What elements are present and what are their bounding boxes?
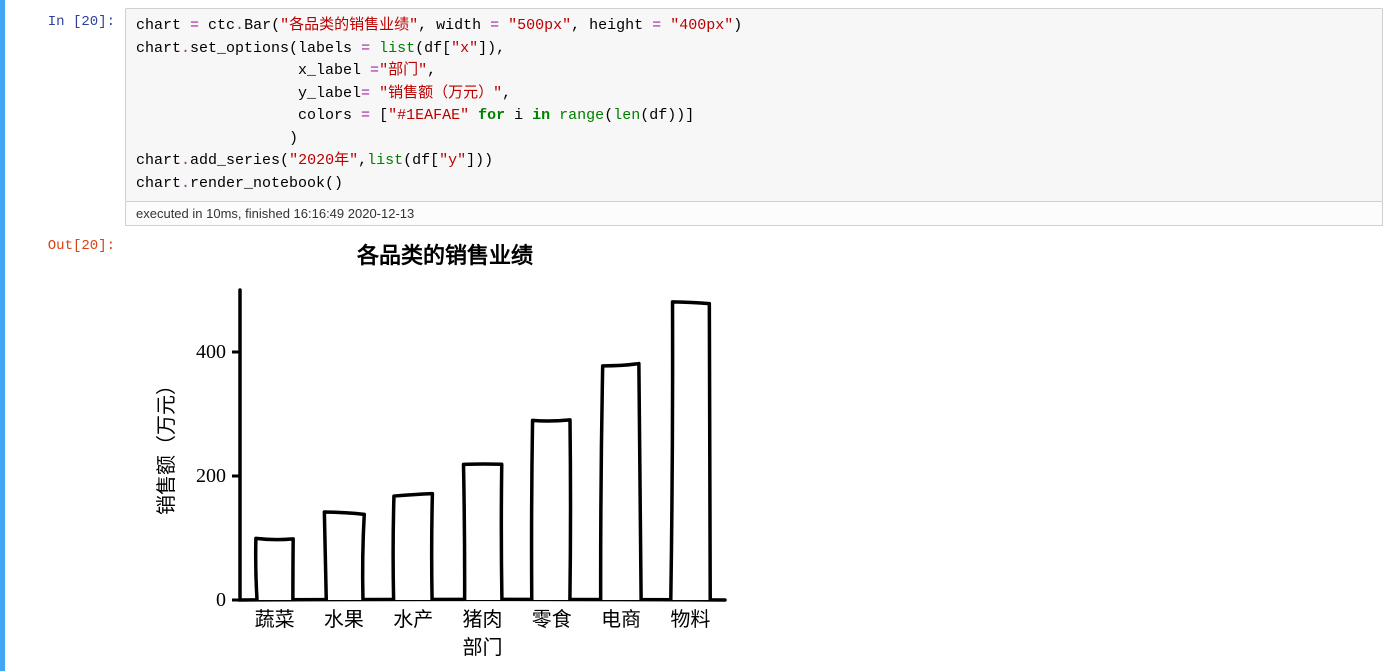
code-text: , [502,85,511,102]
code-text: ( [604,107,613,124]
execution-time: executed in 10ms, finished 16:16:49 2020… [125,202,1383,226]
code-text: set_options(labels [190,40,361,57]
y-tick-label: 400 [196,341,226,363]
out-prompt: Out[20]: [5,232,125,254]
code-string: "400px" [670,17,733,34]
code-string: "x" [451,40,478,57]
x-tick-label: 猪肉 [463,608,503,631]
chart-container: 各品类的销售业绩 0 200 400 蔬菜 水果 水产 猪肉 零食 电商 物料部门 销售额（万元） [145,238,745,663]
x-tick-label: 物料 [670,608,710,631]
output-row: Out[20]: 各品类的销售业绩 0 200 400 蔬菜 水果 水产 猪肉 零食 电商 物料部… [5,232,1397,663]
code-text: i [505,107,532,124]
code-text [469,107,478,124]
bar [464,464,502,600]
code-text: chart [136,40,181,57]
code-string: "部门" [379,62,427,79]
code-text: (df[ [415,40,451,57]
code-text [370,85,379,102]
code-text: ) [136,130,298,147]
code-text: y_label [136,85,361,102]
code-op: = [190,17,199,34]
code-text: colors [136,107,361,124]
code-op: = [370,62,379,79]
x-tick-label: 电商 [601,608,641,631]
code-string: "2020年" [289,152,358,169]
bar [324,512,364,600]
code-text [370,40,379,57]
code-text: , height [571,17,652,34]
code-text: ])) [466,152,493,169]
code-text: (df))] [640,107,694,124]
code-text: [ [370,107,388,124]
code-string: "#1EAFAE" [388,107,469,124]
bar [601,364,641,600]
code-text [550,107,559,124]
code-op: . [181,152,190,169]
y-axis-label: 销售额（万元） [155,375,178,515]
code-text [661,17,670,34]
code-text: , [358,152,367,169]
chart-title: 各品类的销售业绩 [145,238,745,270]
code-op: = [361,40,370,57]
code-text: chart [136,152,181,169]
code-text: , [427,62,436,79]
notebook-cell: In [20]: chart = ctc.Bar("各品类的销售业绩", wid… [0,0,1397,671]
code-string: "y" [439,152,466,169]
bar-chart: 0 200 400 蔬菜 水果 水产 猪肉 零食 电商 物料部门 销售额（万元） [145,280,745,660]
bar [671,302,710,600]
code-text: ]), [478,40,505,57]
code-text: (df[ [403,152,439,169]
code-text: x_label [136,62,370,79]
x-tick-label: 零食 [532,608,572,631]
x-axis-label: 部门 [463,636,503,659]
code-text: chart [136,175,181,192]
code-op: . [181,175,190,192]
input-row: In [20]: chart = ctc.Bar("各品类的销售业绩", wid… [5,8,1397,226]
code-keyword: for [478,107,505,124]
code-op: . [181,40,190,57]
x-tick-label: 蔬菜 [255,608,295,631]
code-text [499,17,508,34]
code-text: render_notebook() [190,175,343,192]
x-tick-label: 水果 [324,608,364,631]
bar [532,420,571,600]
code-builtin: list [367,152,403,169]
code-text: ) [733,17,742,34]
bar [393,494,432,600]
output-area: 各品类的销售业绩 0 200 400 蔬菜 水果 水产 猪肉 零食 电商 物料部门 销售额（万元） [125,232,1397,663]
code-builtin: range [559,107,604,124]
y-tick-label: 200 [196,465,226,487]
code-text: add_series( [190,152,289,169]
code-op: . [235,17,244,34]
code-op: = [490,17,499,34]
code-builtin: list [379,40,415,57]
bar [256,538,293,600]
code-op: = [361,107,370,124]
code-cell[interactable]: chart = ctc.Bar("各品类的销售业绩", width = "500… [125,8,1383,202]
code-builtin: len [613,107,640,124]
code-string: "500px" [508,17,571,34]
code-op: = [361,85,370,102]
code-keyword: in [532,107,550,124]
code-text: , width [418,17,490,34]
x-tick-label: 水产 [393,608,433,631]
code-text: chart [136,17,190,34]
code-string: "各品类的销售业绩" [280,17,418,34]
code-text: ctc [199,17,235,34]
code-text: Bar( [244,17,280,34]
in-prompt: In [20]: [5,8,125,30]
code-string: "销售额（万元）" [379,85,502,102]
code-op: = [652,17,661,34]
y-tick-label: 0 [216,589,226,611]
input-area: chart = ctc.Bar("各品类的销售业绩", width = "500… [125,8,1383,226]
